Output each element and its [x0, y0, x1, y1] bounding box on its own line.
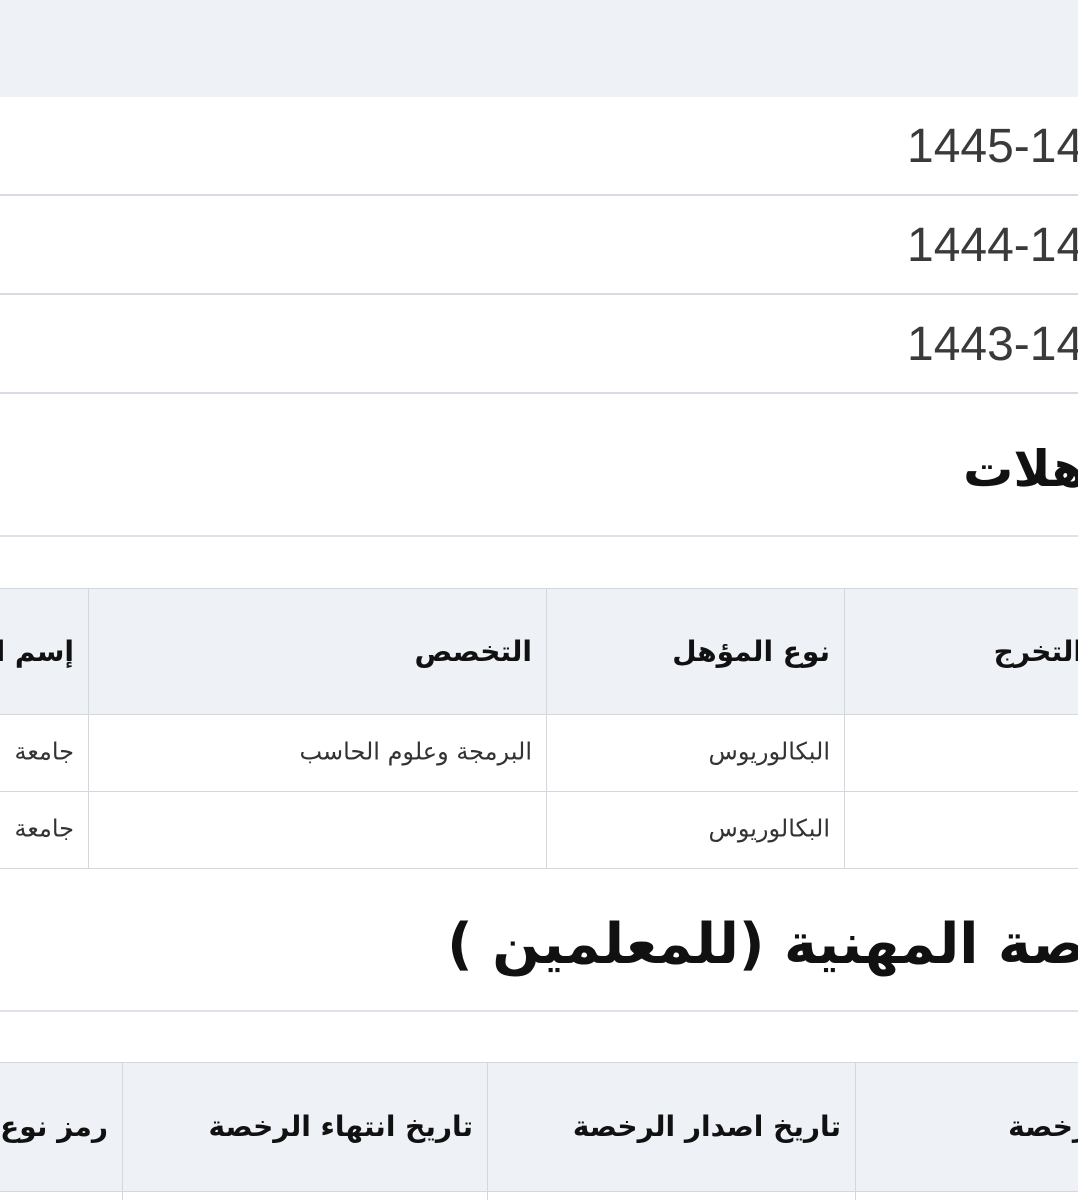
cell-qualification-type-value: البكالوريوس — [708, 814, 830, 843]
cell-institution-name: جامعة — [0, 714, 89, 792]
header-type-code-label: رمز نوع — [0, 1109, 108, 1143]
table-row: 1443-14 — [0, 295, 1078, 394]
header-expiry-date-label: تاريخ انتهاء الرخصة — [208, 1109, 473, 1143]
header-issue-date: تاريخ اصدار الرخصة — [487, 1062, 856, 1192]
cell-graduation — [844, 791, 1078, 869]
academic-year: 1444-14 — [907, 219, 1078, 272]
cell-specialization: البرمجة وعلوم الحاسب — [88, 714, 547, 792]
table-row: 1445-14 — [0, 97, 1078, 196]
qualifications-title: هلات — [963, 440, 1078, 498]
cell-specialization — [88, 791, 547, 869]
cell-qualification-type-value: البكالوريوس — [708, 737, 830, 766]
header-expiry-date: تاريخ انتهاء الرخصة — [122, 1062, 488, 1192]
table-row — [122, 1191, 488, 1200]
header-issue-date-label: تاريخ اصدار الرخصة — [572, 1109, 841, 1143]
header-license: رخصة — [855, 1062, 1078, 1192]
cell-qualification-type: البكالوريوس — [546, 714, 845, 792]
section-divider — [0, 535, 1078, 537]
cell-institution-name-value: جامعة — [14, 737, 74, 766]
section-divider — [0, 1010, 1078, 1012]
academic-year: 1445-14 — [907, 120, 1078, 173]
header-type-code: رمز نوع — [0, 1062, 123, 1192]
header-graduation-label: التخرج — [993, 634, 1078, 668]
years-table-header — [0, 0, 1078, 99]
cell-specialization-value: البرمجة وعلوم الحاسب — [299, 737, 532, 766]
header-specialization: التخصص — [88, 588, 547, 715]
cell-graduation — [844, 714, 1078, 792]
page: 1445-14 1444-14 1443-14 هلات التخرج نوع … — [0, 0, 1078, 1200]
header-institution-name-label: إسم ا — [0, 634, 74, 668]
table-row: 1444-14 — [0, 196, 1078, 295]
license-title: صة المهنية (للمعلمين ) — [447, 912, 1078, 977]
header-institution-name: إسم ا — [0, 588, 89, 715]
header-graduation: التخرج — [844, 588, 1078, 715]
header-qualification-type-label: نوع المؤهل — [672, 634, 830, 668]
academic-year: 1443-14 — [907, 318, 1078, 371]
header-qualification-type: نوع المؤهل — [546, 588, 845, 715]
cell-qualification-type: البكالوريوس — [546, 791, 845, 869]
table-row — [0, 1191, 123, 1200]
table-row — [487, 1191, 856, 1200]
table-row — [855, 1191, 1078, 1200]
cell-institution-name-value: جامعة — [14, 814, 74, 843]
header-license-label: رخصة — [1008, 1109, 1078, 1143]
header-specialization-label: التخصص — [414, 634, 532, 668]
cell-institution-name: جامعة — [0, 791, 89, 869]
